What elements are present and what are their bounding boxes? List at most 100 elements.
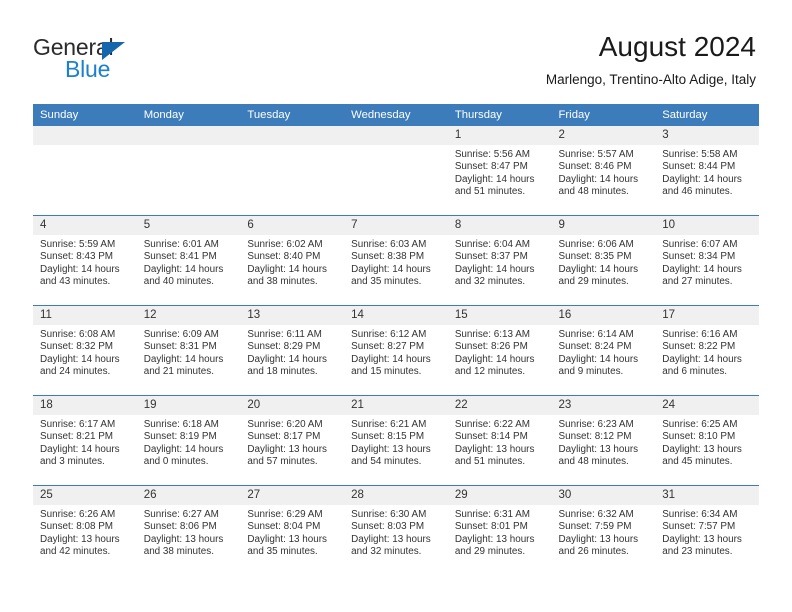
calendar-day[interactable]: 15 Sunrise: 6:13 AM Sunset: 8:26 PM Dayligh…	[447, 306, 552, 395]
day-number: 26	[136, 486, 241, 505]
day-details: Sunrise: 6:06 AM Sunset: 8:35 PM Daylight:…	[552, 235, 656, 288]
calendar-day[interactable]: 14 Sunrise: 6:12 AM Sunset: 8:27 PM Dayligh…	[344, 306, 448, 395]
sunset-time: Sunset: 8:24 PM	[558, 341, 632, 353]
daylight-duration-line1: Daylight: 14 hours	[454, 173, 535, 185]
sunset-time: Sunset: 8:31 PM	[143, 341, 217, 353]
day-number: 15	[447, 306, 552, 325]
sunrise-time: Sunrise: 6:16 AM	[662, 329, 738, 340]
calendar-day[interactable]: 25 Sunrise: 6:26 AM Sunset: 8:08 PM Dayligh…	[33, 486, 137, 575]
calendar-day[interactable]: 26 Sunrise: 6:27 AM Sunset: 8:06 PM Dayligh…	[136, 486, 241, 575]
daylight-duration-line2: and 51 minutes.	[454, 455, 526, 467]
day-details: Sunrise: 6:18 AM Sunset: 8:19 PM Daylight:…	[137, 415, 241, 468]
day-number	[344, 126, 448, 145]
calendar-day[interactable]: 27 Sunrise: 6:29 AM Sunset: 8:04 PM Dayligh…	[240, 486, 345, 575]
sunrise-time: Sunrise: 5:59 AM	[40, 239, 116, 250]
calendar-header-row: Sunday Monday Tuesday Wednesday Thursday…	[33, 104, 759, 126]
generalblue-logo[interactable]: General Blue	[33, 36, 233, 82]
calendar-day[interactable]: 23 Sunrise: 6:23 AM Sunset: 8:12 PM Dayligh…	[551, 396, 656, 485]
calendar-day[interactable]: 30 Sunrise: 6:32 AM Sunset: 7:59 PM Dayligh…	[551, 486, 656, 575]
calendar-day[interactable]: 13 Sunrise: 6:11 AM Sunset: 8:29 PM Dayligh…	[240, 306, 345, 395]
day-details	[240, 145, 344, 149]
sunset-time: Sunset: 8:14 PM	[454, 431, 528, 443]
calendar-day[interactable]: 8 Sunrise: 6:04 AM Sunset: 8:37 PM Daylight…	[447, 216, 552, 305]
daylight-duration-line1: Daylight: 13 hours	[454, 533, 535, 545]
day-details	[33, 145, 137, 149]
daylight-duration-line1: Daylight: 14 hours	[454, 263, 535, 275]
calendar-day[interactable]: 6 Sunrise: 6:02 AM Sunset: 8:40 PM Daylight…	[240, 216, 345, 305]
sunrise-time: Sunrise: 6:22 AM	[454, 419, 531, 430]
calendar-cell: 22 Sunrise: 6:22 AM Sunset: 8:14 PM Dayligh…	[447, 395, 552, 486]
daylight-duration-line2: and 26 minutes.	[558, 545, 629, 557]
daylight-duration-line2: and 27 minutes.	[662, 275, 733, 287]
calendar-cell: 7 Sunrise: 6:03 AM Sunset: 8:38 PM Daylight…	[344, 215, 448, 306]
calendar-cell: 14 Sunrise: 6:12 AM Sunset: 8:27 PM Dayligh…	[344, 305, 448, 396]
sunrise-time: Sunrise: 6:08 AM	[40, 329, 116, 340]
calendar-day[interactable]: 21 Sunrise: 6:21 AM Sunset: 8:15 PM Dayligh…	[344, 396, 448, 485]
daylight-duration-line1: Daylight: 14 hours	[558, 173, 639, 185]
daylight-duration-line1: Daylight: 14 hours	[454, 353, 535, 365]
calendar-day[interactable]: 12 Sunrise: 6:09 AM Sunset: 8:31 PM Dayligh…	[136, 306, 241, 395]
calendar-day[interactable]: 28 Sunrise: 6:30 AM Sunset: 8:03 PM Dayligh…	[344, 486, 448, 575]
calendar-week-row: 25 Sunrise: 6:26 AM Sunset: 8:08 PM Dayligh…	[33, 485, 759, 575]
sunrise-time: Sunrise: 6:30 AM	[351, 509, 427, 520]
calendar-day[interactable]: 2 Sunrise: 5:57 AM Sunset: 8:46 PM Daylight…	[551, 126, 656, 215]
daylight-duration-line1: Daylight: 14 hours	[351, 263, 431, 275]
weekday-header-saturday: Saturday	[655, 104, 759, 126]
daylight-duration-line2: and 48 minutes.	[558, 185, 629, 197]
calendar-day[interactable]: 7 Sunrise: 6:03 AM Sunset: 8:38 PM Daylight…	[344, 216, 448, 305]
day-number: 4	[33, 216, 137, 235]
calendar-day[interactable]: 5 Sunrise: 6:01 AM Sunset: 8:41 PM Daylight…	[136, 216, 241, 305]
sunrise-time: Sunrise: 6:01 AM	[143, 239, 219, 250]
sunrise-time: Sunrise: 6:27 AM	[143, 509, 219, 520]
calendar-cell: 2 Sunrise: 5:57 AM Sunset: 8:46 PM Daylight…	[551, 126, 656, 216]
calendar-day[interactable]: 4 Sunrise: 5:59 AM Sunset: 8:43 PM Daylight…	[33, 216, 137, 305]
calendar-day[interactable]: 20 Sunrise: 6:20 AM Sunset: 8:17 PM Dayligh…	[240, 396, 345, 485]
calendar-week-row: 18 Sunrise: 6:17 AM Sunset: 8:21 PM Dayligh…	[33, 395, 759, 486]
day-details: Sunrise: 5:59 AM Sunset: 8:43 PM Daylight:…	[33, 235, 137, 288]
day-number: 14	[344, 306, 448, 325]
calendar-day[interactable]: 18 Sunrise: 6:17 AM Sunset: 8:21 PM Dayligh…	[33, 396, 137, 485]
calendar-cell	[240, 126, 345, 216]
sunset-time: Sunset: 8:03 PM	[351, 521, 425, 533]
day-details: Sunrise: 6:29 AM Sunset: 8:04 PM Daylight:…	[240, 505, 344, 558]
daylight-duration-line2: and 3 minutes.	[40, 455, 105, 467]
sunset-time: Sunset: 8:26 PM	[454, 341, 528, 353]
weekday-header-sunday: Sunday	[33, 104, 137, 126]
calendar-day[interactable]: 19 Sunrise: 6:18 AM Sunset: 8:19 PM Dayligh…	[136, 396, 241, 485]
day-number: 6	[240, 216, 345, 235]
calendar-day[interactable]: 22 Sunrise: 6:22 AM Sunset: 8:14 PM Dayligh…	[447, 396, 552, 485]
sunset-time: Sunset: 8:19 PM	[143, 431, 217, 443]
sunrise-time: Sunrise: 6:20 AM	[247, 419, 323, 430]
daylight-duration-line2: and 15 minutes.	[351, 365, 422, 377]
calendar-day[interactable]: 24 Sunrise: 6:25 AM Sunset: 8:10 PM Dayligh…	[655, 396, 759, 485]
calendar-day[interactable]: 10 Sunrise: 6:07 AM Sunset: 8:34 PM Dayligh…	[655, 216, 759, 305]
calendar-day[interactable]: 29 Sunrise: 6:31 AM Sunset: 8:01 PM Dayligh…	[447, 486, 552, 575]
sunset-time: Sunset: 8:34 PM	[662, 251, 736, 263]
day-details: Sunrise: 6:32 AM Sunset: 7:59 PM Daylight:…	[552, 505, 656, 558]
daylight-duration-line2: and 57 minutes.	[247, 455, 318, 467]
day-number: 21	[344, 396, 448, 415]
calendar-day[interactable]: 1 Sunrise: 5:56 AM Sunset: 8:47 PM Daylight…	[447, 126, 552, 215]
calendar-cell: 16 Sunrise: 6:14 AM Sunset: 8:24 PM Dayligh…	[551, 305, 656, 396]
calendar-day[interactable]: 11 Sunrise: 6:08 AM Sunset: 8:32 PM Dayligh…	[33, 306, 137, 395]
sunset-time: Sunset: 8:01 PM	[454, 521, 528, 533]
day-details: Sunrise: 6:21 AM Sunset: 8:15 PM Daylight:…	[344, 415, 448, 468]
sunrise-time: Sunrise: 6:26 AM	[40, 509, 116, 520]
calendar-day[interactable]: 17 Sunrise: 6:16 AM Sunset: 8:22 PM Dayligh…	[655, 306, 759, 395]
calendar-day[interactable]: 31 Sunrise: 6:34 AM Sunset: 7:57 PM Dayligh…	[655, 486, 759, 575]
sunset-time: Sunset: 8:10 PM	[662, 431, 736, 443]
daylight-duration-line2: and 40 minutes.	[143, 275, 214, 287]
calendar-day[interactable]: 3 Sunrise: 5:58 AM Sunset: 8:44 PM Daylight…	[655, 126, 759, 215]
daylight-duration-line2: and 35 minutes.	[247, 545, 318, 557]
sunrise-time: Sunrise: 6:14 AM	[558, 329, 634, 340]
day-details: Sunrise: 6:30 AM Sunset: 8:03 PM Daylight:…	[344, 505, 448, 558]
day-number: 30	[551, 486, 656, 505]
day-number: 9	[551, 216, 656, 235]
calendar-grid: Sunday Monday Tuesday Wednesday Thursday…	[33, 104, 759, 575]
sunset-time: Sunset: 8:22 PM	[662, 341, 736, 353]
sunset-time: Sunset: 8:38 PM	[351, 251, 425, 263]
day-details: Sunrise: 6:11 AM Sunset: 8:29 PM Daylight:…	[240, 325, 344, 378]
calendar-day[interactable]: 16 Sunrise: 6:14 AM Sunset: 8:24 PM Dayligh…	[551, 306, 656, 395]
day-details: Sunrise: 6:02 AM Sunset: 8:40 PM Daylight:…	[240, 235, 344, 288]
calendar-day[interactable]: 9 Sunrise: 6:06 AM Sunset: 8:35 PM Daylight…	[551, 216, 656, 305]
